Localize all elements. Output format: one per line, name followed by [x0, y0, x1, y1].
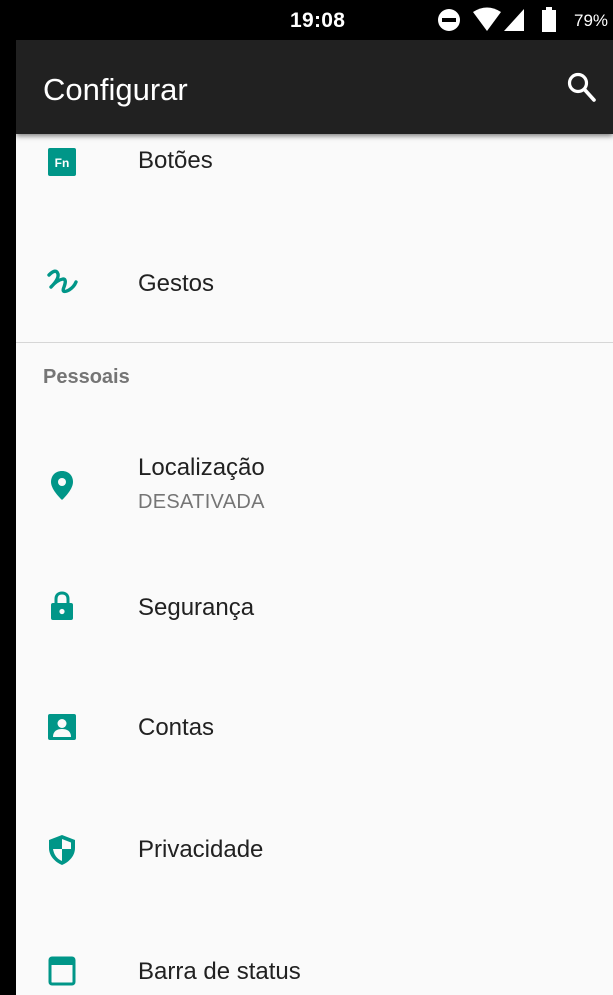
status-bar: 19:08 79% [0, 0, 613, 40]
section-header-pessoais: Pessoais [43, 366, 130, 388]
lock-icon [51, 591, 73, 620]
svg-text:Fn: Fn [55, 156, 70, 170]
settings-item-subtitle: DESATIVADA [138, 491, 265, 513]
settings-item-privacidade[interactable]: Privacidade [16, 796, 613, 917]
account-icon [48, 714, 76, 740]
settings-item-label: Contas [138, 714, 215, 741]
settings-item-seguranca[interactable]: Segurança [16, 554, 613, 674]
status-bar-icon [48, 956, 76, 986]
settings-item-label: Gestos [138, 270, 215, 297]
settings-list[interactable]: Fn Botões Gestos Pessoais Localização DE… [16, 134, 613, 995]
signal-icon [504, 9, 524, 31]
shield-icon [49, 835, 75, 865]
search-icon [567, 72, 596, 102]
section-divider [16, 342, 613, 343]
left-edge [0, 40, 16, 995]
battery-icon [542, 7, 556, 32]
settings-item-gestos[interactable]: Gestos [16, 222, 613, 342]
settings-item-localizacao[interactable]: Localização DESATIVADA [16, 424, 613, 554]
settings-item-label: Localização [138, 454, 265, 481]
settings-item-label: Privacidade [138, 836, 264, 863]
status-time: 19:08 [290, 9, 346, 32]
search-button[interactable] [566, 71, 596, 103]
location-pin-icon [51, 471, 73, 500]
settings-item-barra-de-status[interactable]: Barra de status [16, 917, 613, 995]
settings-item-label: Barra de status [138, 958, 301, 985]
settings-item-contas[interactable]: Contas [16, 674, 613, 796]
wifi-icon [473, 7, 501, 31]
settings-item-label: Segurança [138, 594, 255, 621]
gesture-icon [47, 269, 78, 294]
fn-key-icon: Fn [48, 148, 76, 176]
settings-item-botoes[interactable]: Fn Botões [16, 134, 613, 222]
battery-percent: 79% [574, 11, 609, 30]
app-bar: Configurar [16, 40, 613, 134]
settings-item-label: Botões [138, 147, 213, 174]
do-not-disturb-icon [438, 9, 460, 31]
page-title: Configurar [43, 72, 188, 107]
